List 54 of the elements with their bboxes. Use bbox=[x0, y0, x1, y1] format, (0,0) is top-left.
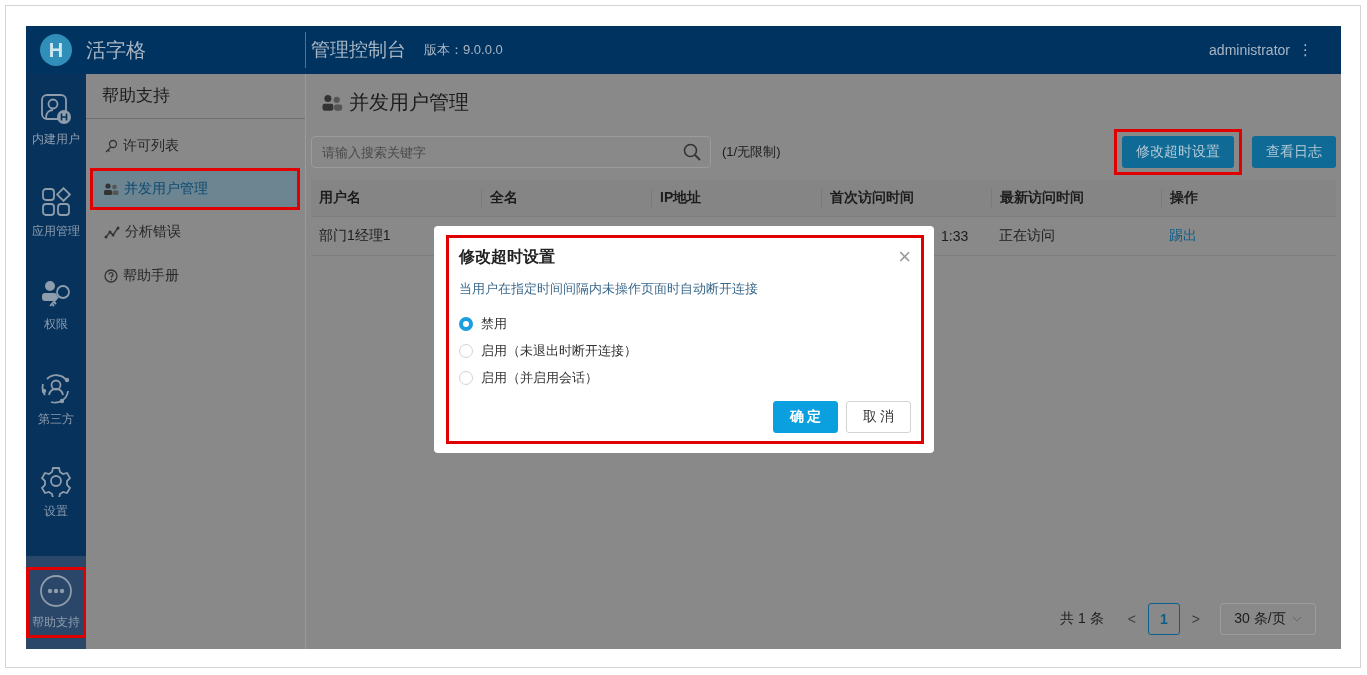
brand-name: 活字格 bbox=[86, 37, 146, 63]
total-count: 共 1 条 bbox=[1060, 610, 1104, 628]
settings-icon bbox=[40, 465, 72, 497]
close-icon[interactable]: × bbox=[898, 246, 911, 268]
radio-button[interactable] bbox=[459, 316, 473, 331]
console-title: 管理控制台 bbox=[311, 38, 406, 62]
sidebar-item[interactable]: 帮助手册 bbox=[86, 257, 305, 295]
dialog-title: 修改超时设置 bbox=[459, 246, 555, 267]
column-header: 最新访问时间 bbox=[991, 189, 1161, 207]
table-cell: 正在访问 bbox=[999, 227, 1055, 243]
line-chart-icon bbox=[104, 225, 120, 239]
column-header: 用户名 bbox=[318, 189, 362, 207]
search-icon bbox=[683, 143, 701, 161]
column-header: 全名 bbox=[481, 189, 651, 207]
cancel-button[interactable]: 取 消 bbox=[846, 401, 911, 433]
nav-item[interactable]: 内建用户 bbox=[29, 89, 83, 152]
version-label: 版本：9.0.0.0 bbox=[424, 41, 503, 59]
apps-icon bbox=[41, 187, 71, 217]
key-icon bbox=[104, 139, 118, 153]
page-size-select[interactable]: 30 条/页 bbox=[1220, 603, 1316, 635]
nav-item[interactable]: 权限 bbox=[29, 276, 83, 337]
menu-icon[interactable]: ⋮ bbox=[1298, 41, 1313, 59]
previous-page[interactable]: < bbox=[1127, 611, 1136, 627]
sidebar-title: 帮助支持 bbox=[86, 74, 305, 119]
sidebar-item[interactable]: 许可列表 bbox=[86, 127, 305, 165]
logo: H bbox=[40, 34, 72, 66]
search-field[interactable]: 请输入搜索关键字 bbox=[311, 136, 711, 168]
page-title: 并发用户管理 bbox=[349, 89, 469, 115]
radio-option[interactable]: 启用（未退出时断开连接） bbox=[459, 337, 911, 364]
user-badge-icon bbox=[40, 93, 72, 125]
table-cell: 部门1经理1 bbox=[319, 227, 391, 243]
chevron-down-icon bbox=[1291, 616, 1302, 622]
user-count: (1/无限制) bbox=[722, 143, 781, 161]
users-icon bbox=[321, 92, 343, 112]
column-header: IP地址 bbox=[651, 189, 821, 207]
sidebar-item[interactable]: 分析错误 bbox=[86, 213, 305, 251]
more-icon bbox=[39, 574, 73, 608]
user-name[interactable]: administrator bbox=[1209, 42, 1290, 58]
dialog-description: 当用户在指定时间间隔内未操作页面时自动断开连接 bbox=[459, 280, 759, 298]
column-header: 操作 bbox=[1161, 189, 1331, 207]
radio-option[interactable]: 启用（并启用会话） bbox=[459, 364, 911, 391]
help-icon bbox=[104, 269, 118, 283]
toolbar-button[interactable]: 修改超时设置 bbox=[1122, 136, 1234, 168]
confirm-button[interactable]: 确 定 bbox=[773, 401, 838, 433]
next-page[interactable]: > bbox=[1191, 611, 1200, 627]
table-cell: 1:33 bbox=[941, 228, 969, 244]
sidebar-item[interactable]: 并发用户管理 bbox=[93, 171, 297, 207]
column-header: 首次访问时间 bbox=[821, 189, 991, 207]
nav-item[interactable]: 设置 bbox=[29, 461, 83, 524]
nav-item[interactable]: 第三方 bbox=[29, 367, 83, 432]
radio-option[interactable]: 禁用 bbox=[459, 310, 911, 337]
nav-item[interactable]: 应用管理 bbox=[29, 183, 83, 244]
toolbar-button[interactable]: 查看日志 bbox=[1252, 136, 1336, 168]
users-icon bbox=[103, 182, 119, 196]
